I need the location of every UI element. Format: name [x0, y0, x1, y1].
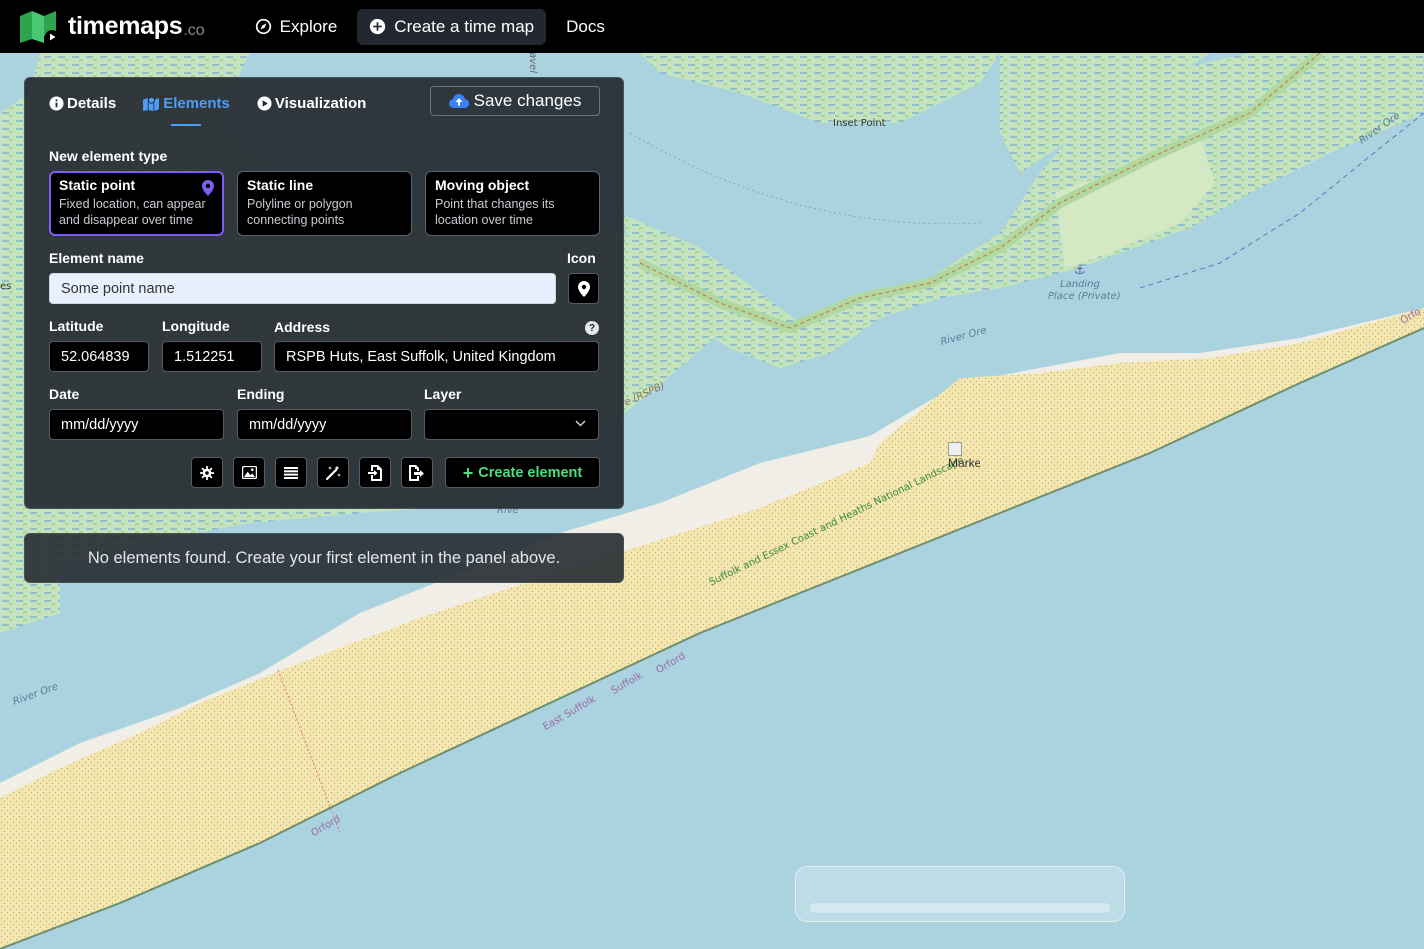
brand-tld: .co [183, 21, 205, 39]
save-changes-label: Save changes [473, 91, 582, 110]
element-name-input[interactable]: Some point name [49, 273, 556, 304]
layer-label: Layer [424, 386, 462, 402]
type-desc-line: Point that changes its [435, 197, 555, 211]
date-input[interactable]: mm/dd/yyyy [49, 409, 224, 440]
nav-create-label: Create a time map [394, 16, 535, 36]
date-label: Date [49, 386, 80, 402]
type-desc-line: Fixed location, can appear [59, 197, 206, 211]
type-title: Moving object [435, 177, 530, 193]
map-label-gravel: ravel [527, 53, 539, 74]
plus-icon: + [462, 462, 474, 483]
info-icon [49, 95, 64, 111]
timeline-placeholder [795, 866, 1125, 922]
anchor-icon: ⚓ [1074, 263, 1086, 278]
type-desc-line: and disappear over time [59, 213, 194, 227]
map-marker-image[interactable]: Marke [948, 442, 980, 470]
ending-date-value: mm/dd/yyyy [249, 416, 327, 433]
element-name-label: Element name [49, 250, 144, 266]
type-card-static-point[interactable]: Static point Fixed location, can appear … [49, 171, 224, 236]
map-pin-icon [577, 280, 590, 297]
type-title: Static line [247, 177, 314, 193]
magic-button[interactable] [317, 457, 349, 488]
tab-visualization-label: Visualization [274, 94, 367, 112]
longitude-input[interactable]: 1.512251 [162, 341, 262, 372]
nav-explore-label: Explore [279, 16, 338, 36]
map-icon [143, 96, 160, 111]
nav-docs-label: Docs [566, 16, 605, 36]
map-pin-icon [202, 180, 214, 196]
type-card-moving-object[interactable]: Moving object Point that changes its loc… [425, 171, 600, 236]
file-import-icon [368, 464, 382, 481]
chevron-down-icon [575, 420, 586, 427]
help-icon[interactable]: ? [585, 321, 599, 335]
empty-elements-text: No elements found. Create your first ele… [87, 548, 561, 567]
magic-wand-icon [325, 465, 341, 480]
latitude-label: Latitude [49, 318, 104, 334]
plus-circle-icon [370, 18, 386, 35]
panel-tabs: Details Elements Visualization [49, 92, 393, 126]
element-name-placeholder: Some point name [61, 280, 175, 297]
tab-elements-label: Elements [163, 94, 230, 112]
save-changes-button[interactable]: Save changes [430, 86, 600, 116]
compass-icon [255, 18, 271, 35]
folded-map-logo-icon [20, 10, 60, 44]
map-label-edge: es [0, 281, 12, 292]
tab-visualization[interactable]: Visualization [257, 92, 366, 114]
brand-logo-link[interactable]: timemaps .co [20, 0, 205, 53]
type-desc-line: connecting points [247, 213, 345, 227]
new-element-type-label: New element type [49, 148, 168, 164]
list-button[interactable] [275, 457, 307, 488]
date-value: mm/dd/yyyy [61, 416, 139, 433]
export-button[interactable] [401, 457, 433, 488]
map-label-landing: Landing [1060, 279, 1100, 290]
type-card-static-line[interactable]: Static line Polyline or polygon connecti… [237, 171, 412, 236]
create-element-button[interactable]: + Create element [445, 457, 600, 488]
latitude-input[interactable]: 52.064839 [49, 341, 149, 372]
tab-details-label: Details [67, 94, 117, 112]
layer-select[interactable] [424, 409, 599, 440]
map-label-landing-place: Place (Private) [1048, 291, 1121, 302]
type-desc-line: location over time [435, 213, 533, 227]
file-export-icon [409, 464, 424, 481]
brand-name: timemaps [68, 12, 183, 40]
nav-explore[interactable]: Explore [243, 9, 350, 45]
tab-details[interactable]: Details [49, 92, 116, 114]
create-element-label: Create element [478, 464, 583, 481]
image-icon [241, 466, 257, 479]
import-button[interactable] [359, 457, 391, 488]
gear-icon [200, 465, 214, 480]
type-desc: Fixed location, can appear and disappear… [59, 196, 214, 228]
element-editor-panel: Details Elements Visualization Save chan… [24, 77, 624, 509]
cloud-upload-icon [448, 93, 469, 108]
icon-label: Icon [567, 250, 596, 266]
type-desc: Polyline or polygon connecting points [247, 196, 402, 228]
empty-elements-message: No elements found. Create your first ele… [24, 533, 624, 583]
icon-picker-button[interactable] [568, 273, 599, 304]
image-button[interactable] [233, 457, 265, 488]
tab-elements[interactable]: Elements [143, 92, 230, 126]
type-title: Static point [59, 177, 136, 193]
longitude-value: 1.512251 [174, 348, 235, 365]
top-navbar: timemaps .co Explore Create a time map D… [0, 0, 1424, 53]
settings-button[interactable] [191, 457, 223, 488]
marker-alt-text: Marke [948, 456, 980, 470]
address-input[interactable]: RSPB Huts, East Suffolk, United Kingdom [274, 341, 599, 372]
address-value: RSPB Huts, East Suffolk, United Kingdom [286, 348, 556, 365]
longitude-label: Longitude [162, 318, 230, 334]
ending-date-input[interactable]: mm/dd/yyyy [237, 409, 412, 440]
ending-label: Ending [237, 386, 285, 402]
type-desc-line: Polyline or polygon [247, 197, 353, 211]
timeline-placeholder-bar [810, 903, 1110, 913]
play-icon [257, 95, 272, 111]
list-icon [284, 466, 298, 479]
latitude-value: 52.064839 [61, 348, 130, 365]
address-label: Address [274, 319, 331, 335]
nav-docs[interactable]: Docs [554, 9, 617, 45]
broken-image-icon [948, 442, 962, 456]
type-desc: Point that changes its location over tim… [435, 196, 590, 228]
map-label-inset-point: Inset Point [833, 118, 886, 129]
nav-create-time-map[interactable]: Create a time map [357, 8, 547, 45]
